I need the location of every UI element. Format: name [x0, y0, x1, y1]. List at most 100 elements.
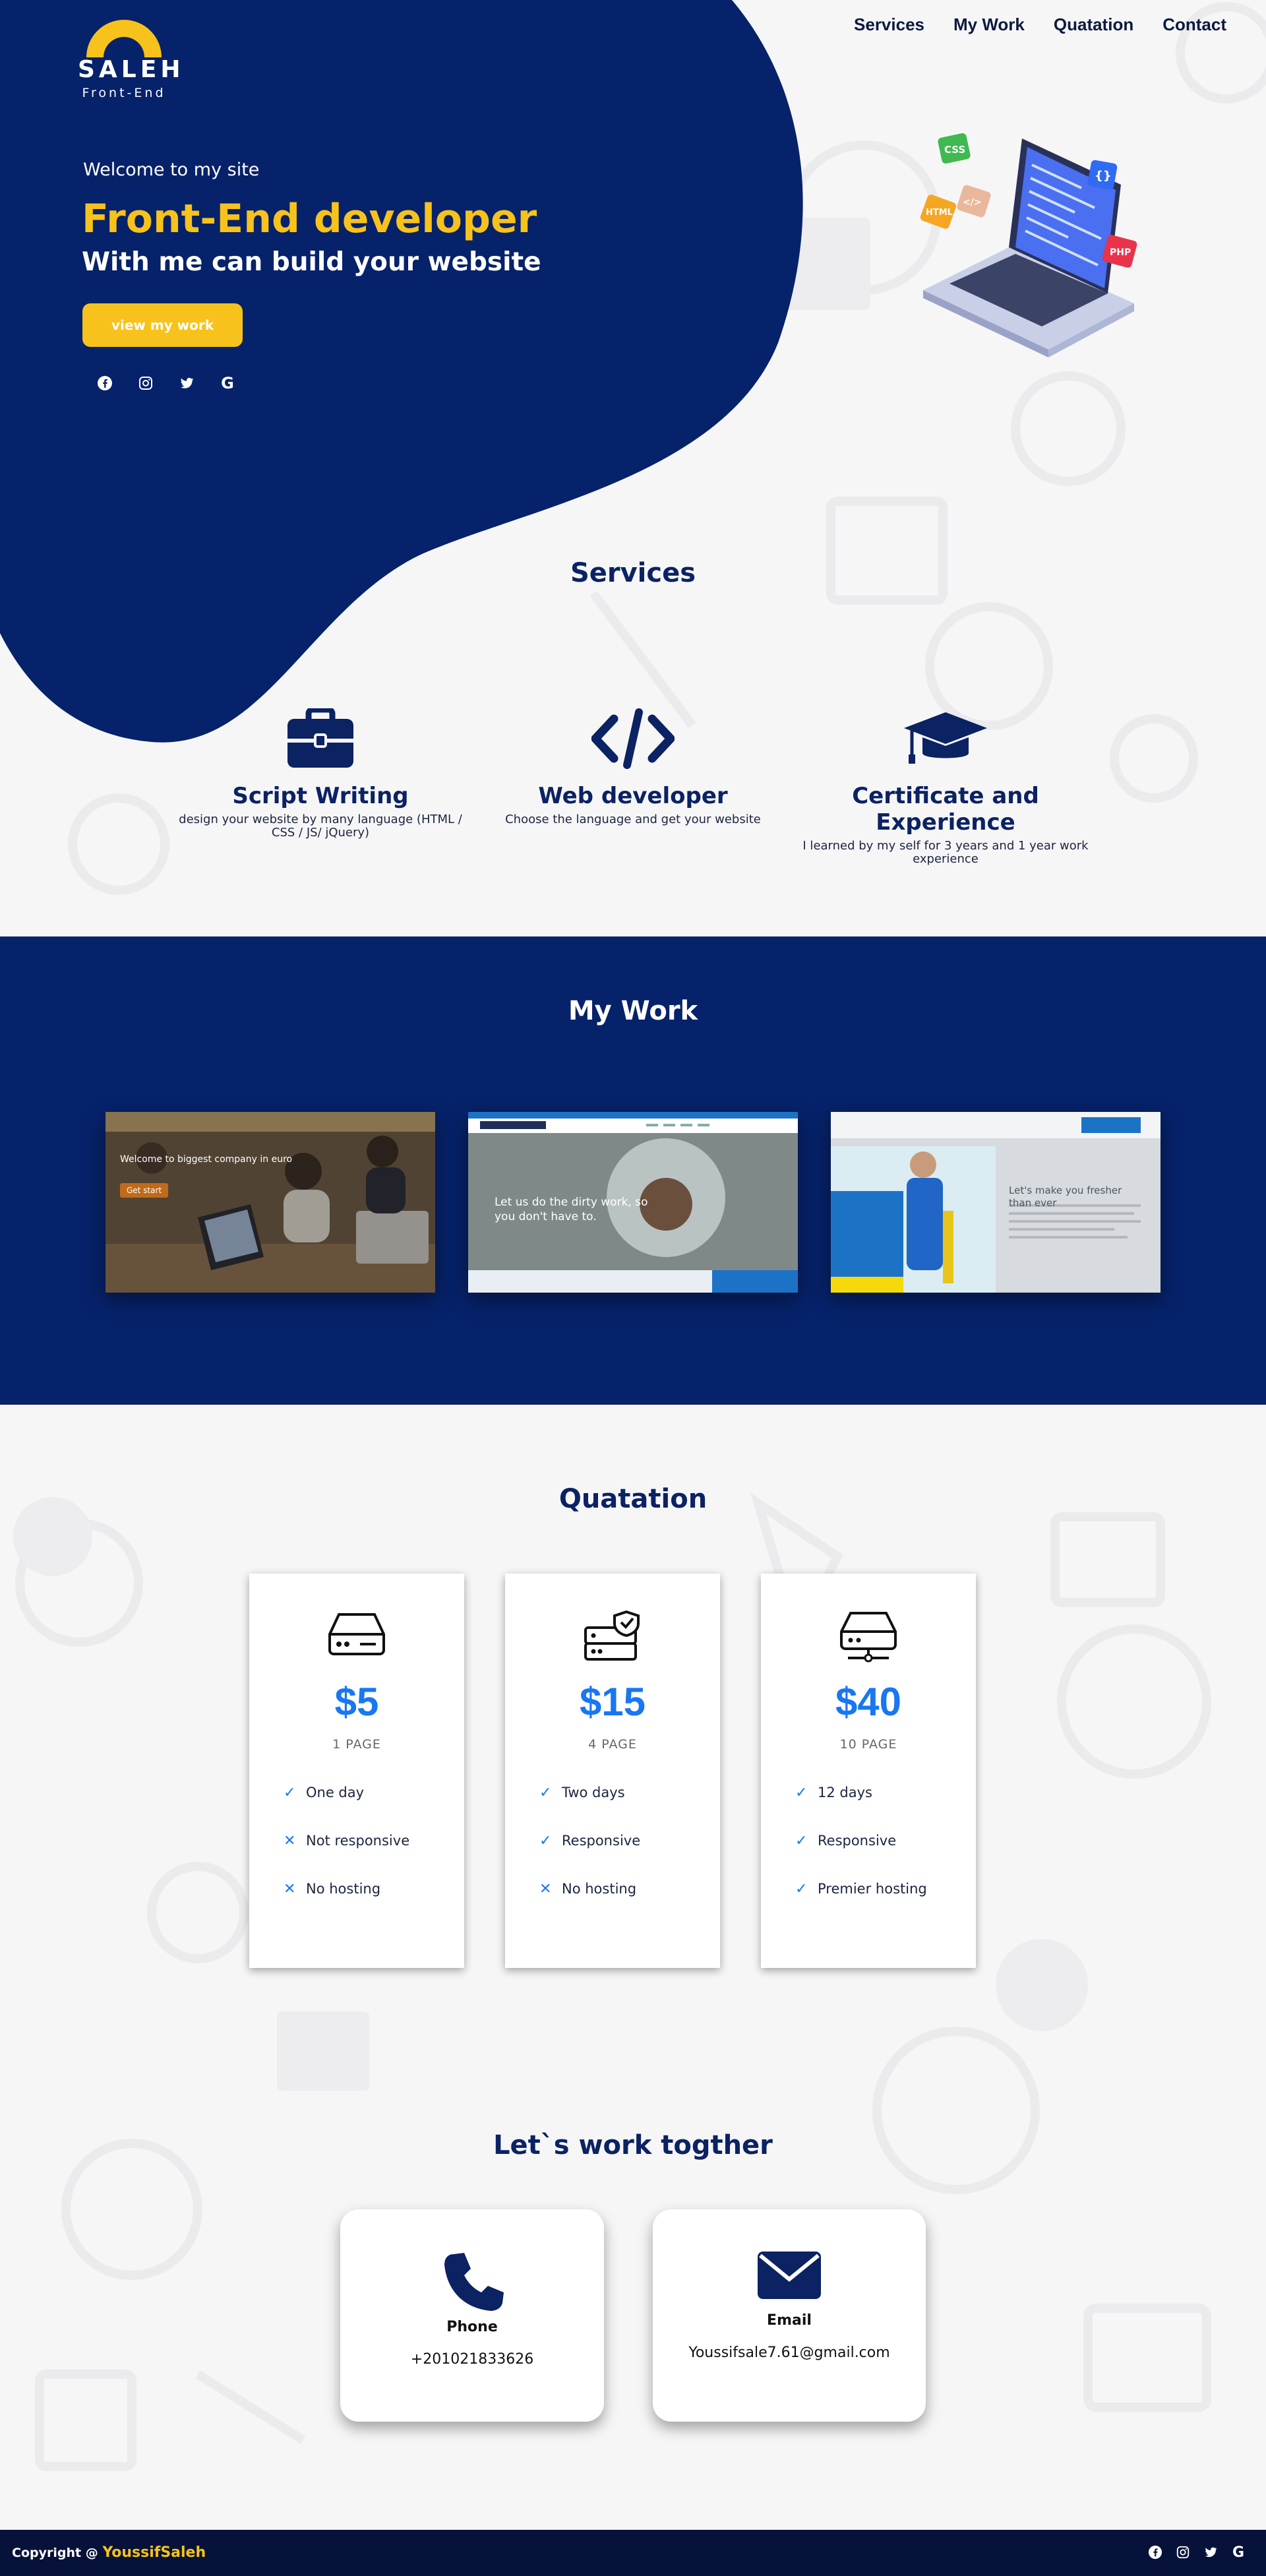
hero-social-links: G	[96, 374, 236, 392]
service-desc: design your website by many language (HT…	[179, 813, 462, 840]
footer-social-links: G	[1147, 2544, 1246, 2561]
copyright-owner[interactable]: YoussifSaleh	[102, 2544, 206, 2561]
service-title: Script Writing	[232, 783, 409, 809]
work-card-heading: Let's make you fresher than ever	[1009, 1184, 1122, 1209]
main-nav: Services My Work Quatation Contact	[854, 15, 1226, 35]
twitter-icon[interactable]	[178, 375, 195, 392]
laptop-illustration: CSS HTML PHP {} </>	[920, 133, 1137, 357]
service-desc: Choose the language and get your website	[505, 813, 761, 826]
nav-contact[interactable]: Contact	[1162, 15, 1226, 35]
feature-item: ✕ Not responsive	[284, 1833, 410, 1849]
hero-tagline: With me can build your website	[82, 247, 541, 277]
feature-item: ✓ Responsive	[539, 1833, 641, 1849]
service-desc: I learned by my self for 3 years and 1 y…	[802, 839, 1089, 866]
service-web-developer: Web developer Choose the language and ge…	[481, 702, 785, 826]
work-preview-office-image	[106, 1112, 435, 1293]
feature-item: ✕ No hosting	[284, 1881, 381, 1897]
facebook-icon[interactable]	[96, 375, 113, 392]
feature-item: ✓ One day	[284, 1785, 365, 1801]
brand-subtitle: Front-End	[82, 86, 166, 100]
plan-pages: 4 PAGE	[588, 1737, 637, 1752]
badge-html: HTML	[926, 208, 953, 218]
plan-pages: 10 PAGE	[839, 1737, 897, 1752]
envelope-icon	[758, 2252, 821, 2299]
hero-welcome: Welcome to my site	[83, 160, 260, 180]
plan-price: $40	[835, 1680, 902, 1724]
google-icon[interactable]: G	[219, 374, 236, 392]
feature-item: ✓ 12 days	[795, 1785, 872, 1801]
plan-features: ✓ One day ✕ Not responsive ✕ No hosting	[284, 1785, 409, 1929]
badge-css: CSS	[944, 144, 965, 156]
check-icon: ✓	[795, 1881, 808, 1897]
hero-headline: Front-End developer	[82, 196, 537, 242]
email-label: Email	[767, 2312, 812, 2329]
plan-standard: $15 4 PAGE ✓ Two days ✓ Responsive ✕ No hos…	[505, 1574, 720, 1968]
service-title: Certificate and Experience	[852, 783, 1039, 836]
services-title: Services	[570, 558, 696, 588]
server-check-icon	[584, 1610, 640, 1661]
briefcase-icon	[287, 708, 353, 768]
badge-tag: </>	[963, 197, 982, 208]
code-icon	[591, 708, 675, 769]
feature-item: ✓ Responsive	[795, 1833, 897, 1849]
plan-premium: $40 10 PAGE ✓ 12 days ✓ Responsive ✓ Premie…	[761, 1574, 976, 1968]
brand-arc-icon	[86, 20, 162, 57]
phone-value: +201021833626	[410, 2351, 534, 2368]
cross-icon: ✕	[284, 1881, 296, 1897]
hard-drive-icon	[328, 1613, 385, 1655]
contact-card-phone[interactable]: Phone +201021833626	[340, 2209, 604, 2422]
feature-item: ✓ Two days	[539, 1785, 625, 1801]
brand-name: SALEH	[78, 56, 185, 83]
cross-icon: ✕	[539, 1881, 552, 1897]
phone-icon	[444, 2253, 504, 2311]
plan-pages: 1 PAGE	[332, 1737, 381, 1752]
copyright: Copyright @ YoussifSaleh	[12, 2544, 206, 2561]
quotation-title: Quatation	[558, 1484, 708, 1514]
my-work-title: My Work	[568, 996, 698, 1026]
nav-my-work[interactable]: My Work	[953, 15, 1025, 35]
work-card-caption: Welcome to biggest company in euro	[120, 1154, 293, 1165]
work-card-company[interactable]: Welcome to biggest company in euro Get s…	[106, 1112, 435, 1293]
check-icon: ✓	[795, 1833, 808, 1849]
footer: Copyright @ YoussifSaleh G	[0, 2530, 1266, 2576]
check-icon: ✓	[539, 1785, 552, 1801]
plan-price: $15	[579, 1680, 646, 1724]
contact-title: Let`s work togther	[493, 2130, 773, 2161]
instagram-icon[interactable]	[137, 375, 154, 392]
plan-price: $5	[334, 1680, 379, 1724]
server-icon	[840, 1612, 897, 1663]
hero-section: SALEH Front-End Services My Work Quatati…	[0, 0, 1266, 936]
twitter-icon[interactable]	[1203, 2544, 1219, 2560]
service-certificate: Certificate and Experience I learned by …	[794, 702, 1097, 866]
badge-php: PHP	[1110, 247, 1131, 258]
nav-quotation[interactable]: Quatation	[1054, 15, 1133, 35]
feature-item: ✓ Premier hosting	[795, 1881, 927, 1897]
google-icon[interactable]: G	[1230, 2544, 1246, 2561]
graduation-cap-icon	[904, 712, 987, 764]
check-icon: ✓	[795, 1785, 808, 1801]
plan-features: ✓ Two days ✓ Responsive ✕ No hosting	[539, 1785, 640, 1929]
phone-label: Phone	[446, 2319, 498, 2335]
my-work-section: My Work Welcome to biggest company in eu…	[0, 936, 1266, 1405]
work-card-fresher[interactable]: Let's make you fresher than ever	[831, 1112, 1160, 1293]
page: SALEH Front-End Services My Work Quatati…	[0, 0, 1266, 2576]
badge-braces: {}	[1095, 169, 1112, 183]
facebook-icon[interactable]	[1147, 2544, 1163, 2560]
work-card-cleaning[interactable]: Let us do the dirty work, so you don't h…	[468, 1112, 798, 1293]
plan-features: ✓ 12 days ✓ Responsive ✓ Premier hosting	[795, 1785, 927, 1929]
nav-services[interactable]: Services	[854, 15, 924, 35]
brand-logo[interactable]: SALEH Front-End	[78, 15, 185, 100]
view-my-work-button[interactable]: view my work	[82, 303, 243, 347]
service-script-writing: Script Writing design your website by ma…	[169, 702, 472, 840]
plan-basic: $5 1 PAGE ✓ One day ✕ Not responsive ✕ No h…	[249, 1574, 464, 1968]
email-value: Youssifsale7.61@gmail.com	[688, 2345, 890, 2361]
work-card-caption: Let us do the dirty work, so you don't h…	[495, 1196, 648, 1223]
check-icon: ✓	[284, 1785, 296, 1801]
contact-card-email[interactable]: Email Youssifsale7.61@gmail.com	[653, 2209, 926, 2422]
copyright-prefix: Copyright @	[12, 2546, 98, 2560]
check-icon: ✓	[539, 1833, 552, 1849]
service-title: Web developer	[538, 783, 728, 809]
get-start-button: Get start	[120, 1183, 169, 1198]
instagram-icon[interactable]	[1175, 2544, 1191, 2560]
feature-item: ✕ No hosting	[539, 1881, 637, 1897]
